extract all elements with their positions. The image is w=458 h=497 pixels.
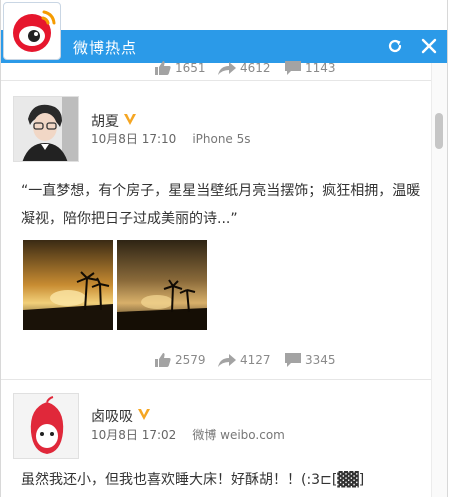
comment-count: 3345 <box>305 353 336 367</box>
repost-count: 4612 <box>240 61 271 75</box>
post-stats: 2579 4127 3345 <box>1 351 431 369</box>
post-text: “一直梦想，有个房子，星星当壁纸月亮当摆饰；疯狂相拥，温暖凝视，陪你把日子过成美… <box>21 183 421 227</box>
repost-icon <box>218 354 236 367</box>
post-time[interactable]: 10月8日 17:10 <box>91 132 176 146</box>
comment-button[interactable]: 1143 <box>284 59 336 77</box>
post-time[interactable]: 10月8日 17:02 <box>91 428 176 442</box>
close-button[interactable] <box>419 36 439 56</box>
scrollbar-thumb[interactable] <box>435 113 443 149</box>
refresh-button[interactable] <box>385 36 405 56</box>
repost-icon <box>218 62 236 75</box>
post-meta: 10月8日 17:02 微博 weibo.com <box>91 426 285 443</box>
like-count: 1651 <box>175 61 206 75</box>
close-icon <box>421 38 437 54</box>
avatar[interactable] <box>13 393 79 459</box>
avatar[interactable] <box>13 96 79 162</box>
repost-button[interactable]: 4127 <box>217 351 271 369</box>
previous-post-stats: 1651 4612 1143 <box>1 59 431 77</box>
username[interactable]: 卤吸吸 <box>91 406 133 426</box>
comment-icon <box>285 353 301 367</box>
post-source[interactable]: 微博 weibo.com <box>192 428 285 442</box>
post-photo[interactable] <box>117 240 207 330</box>
thumbs-up-icon <box>155 61 171 75</box>
verified-badge-icon <box>138 409 150 420</box>
like-button[interactable]: 1651 <box>154 59 206 77</box>
divider <box>1 379 431 380</box>
weibo-hot-window: 微博热点 1651 4612 1143 胡夏 10月8日 17:10 iPhon… <box>0 0 448 497</box>
thumbs-up-icon <box>155 353 171 367</box>
divider <box>1 80 431 81</box>
weibo-logo <box>3 2 61 60</box>
comment-button[interactable]: 3345 <box>284 351 336 369</box>
like-count: 2579 <box>175 353 206 367</box>
post-text: 虽然我还小，但我也喜欢睡大床！好酥胡！！(:3⊏[▓▓] <box>21 472 365 488</box>
refresh-icon <box>388 39 402 53</box>
like-button[interactable]: 2579 <box>154 351 206 369</box>
window-title: 微博热点 <box>73 39 138 57</box>
post-photo[interactable] <box>23 240 113 330</box>
scrollbar[interactable] <box>431 63 447 497</box>
repost-button[interactable]: 4612 <box>217 59 271 77</box>
post-meta: 10月8日 17:10 iPhone 5s <box>91 130 251 147</box>
username[interactable]: 胡夏 <box>91 111 119 131</box>
post-source[interactable]: iPhone 5s <box>192 132 250 146</box>
comment-count: 1143 <box>305 61 336 75</box>
repost-count: 4127 <box>240 353 271 367</box>
verified-badge-icon <box>124 114 136 125</box>
comment-icon <box>285 61 301 75</box>
